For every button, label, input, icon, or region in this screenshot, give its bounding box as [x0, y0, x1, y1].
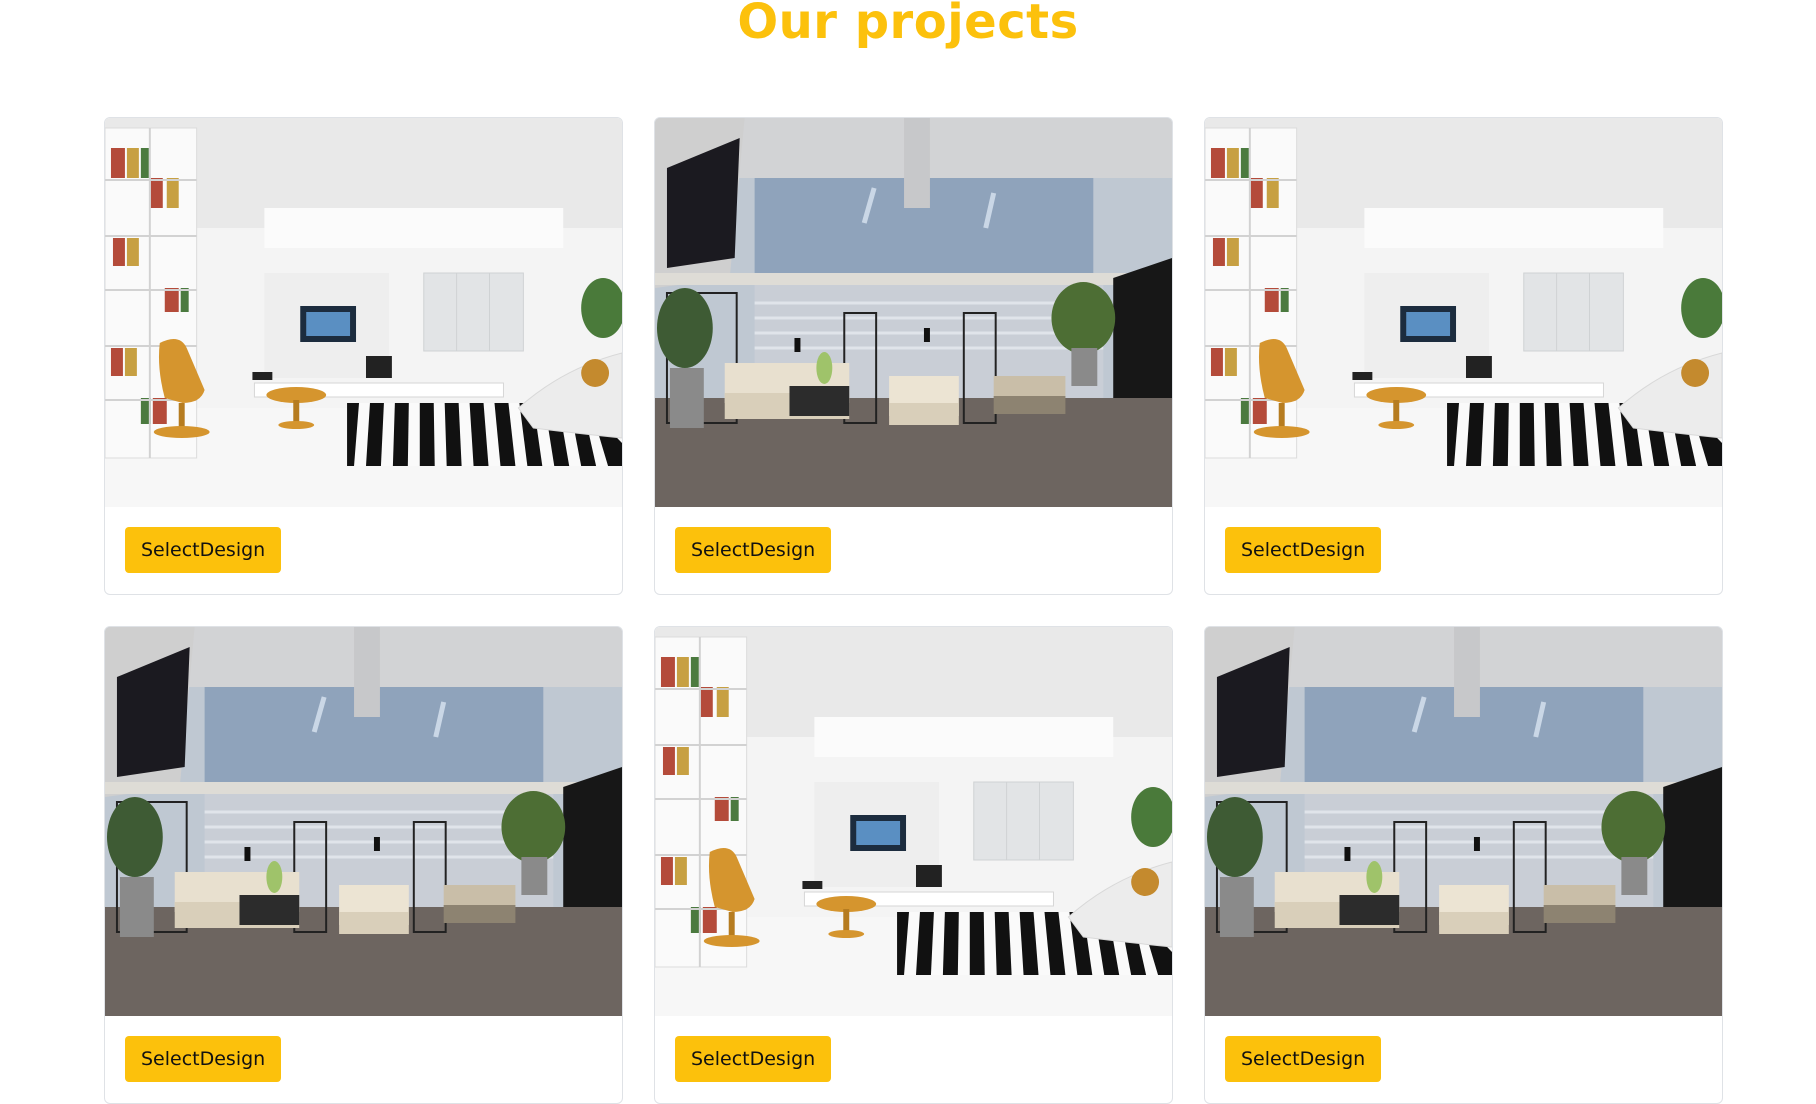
- select-design-button[interactable]: SelectDesign: [1225, 1036, 1382, 1082]
- card-body: SelectDesign: [1205, 1016, 1722, 1102]
- card-body: SelectDesign: [1205, 507, 1722, 593]
- page-title: Our projects: [737, 0, 1079, 50]
- card-body: SelectDesign: [655, 1016, 1172, 1102]
- project-card: SelectDesign: [104, 117, 623, 595]
- card-body: SelectDesign: [655, 507, 1172, 593]
- project-card: SelectDesign: [654, 117, 1173, 595]
- project-image: [1205, 118, 1722, 507]
- select-design-button[interactable]: SelectDesign: [675, 1036, 832, 1082]
- select-design-button[interactable]: SelectDesign: [675, 527, 832, 573]
- project-card: SelectDesign: [654, 626, 1173, 1104]
- project-card: SelectDesign: [104, 626, 623, 1104]
- project-image: [105, 627, 622, 1016]
- card-body: SelectDesign: [105, 1016, 622, 1102]
- card-body: SelectDesign: [105, 507, 622, 593]
- select-design-button[interactable]: SelectDesign: [1225, 527, 1382, 573]
- project-image: [655, 118, 1172, 507]
- project-image: [1205, 627, 1722, 1016]
- project-card: SelectDesign: [1204, 626, 1723, 1104]
- project-image: [105, 118, 622, 507]
- project-card: SelectDesign: [1204, 117, 1723, 595]
- projects-grid: SelectDesign SelectDesign SelectDesign Sele…: [104, 117, 1724, 1104]
- project-image: [655, 627, 1172, 1016]
- projects-page: Our projects SelectDesign SelectDesign Sel…: [0, 0, 1816, 1104]
- select-design-button[interactable]: SelectDesign: [125, 527, 282, 573]
- select-design-button[interactable]: SelectDesign: [125, 1036, 282, 1082]
